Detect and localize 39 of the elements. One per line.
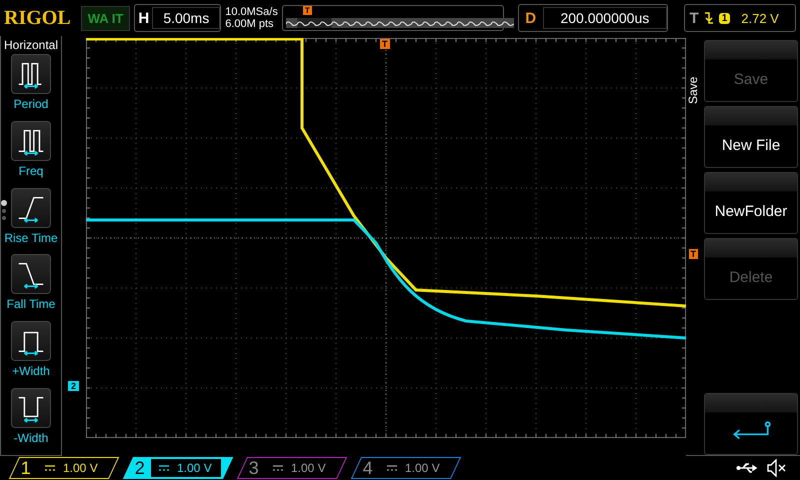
memory-depth: 6.00M pts bbox=[225, 18, 275, 30]
channel-tab[interactable]: 4 1.00 V bbox=[350, 457, 462, 479]
dc-coupling-icon bbox=[159, 465, 169, 471]
channel-tab[interactable]: 2 1.00 V bbox=[122, 457, 234, 479]
channel-tab[interactable]: 3 1.00 V bbox=[236, 457, 348, 479]
measure-label: -Width bbox=[14, 431, 48, 446]
run-status: WA IT bbox=[80, 6, 130, 30]
measure-label: Fall Time bbox=[6, 297, 56, 312]
trigger-display[interactable]: T 1 2.72 V bbox=[684, 4, 796, 32]
channel-offset-marker: 2 bbox=[68, 381, 80, 391]
speaker-muted-icon bbox=[766, 459, 788, 477]
menu-title: Horizontal bbox=[4, 38, 58, 52]
dc-coupling-icon bbox=[387, 465, 397, 471]
fall-measure-button[interactable] bbox=[11, 254, 51, 294]
dc-coupling-icon bbox=[273, 465, 283, 471]
delay-display[interactable]: D 200.000000us bbox=[518, 4, 668, 32]
measure-label: Freq bbox=[18, 164, 44, 178]
measure-label: +Width bbox=[12, 364, 50, 378]
dc-coupling-icon bbox=[45, 465, 55, 471]
trigger-position-marker: T bbox=[380, 39, 390, 49]
freq-measure-button[interactable] bbox=[11, 120, 51, 161]
pwidth-measure-button[interactable] bbox=[11, 321, 51, 362]
brand-logo: RIGOL bbox=[4, 6, 71, 30]
trigger-position-marker: T bbox=[302, 6, 312, 15]
measure-label: Period bbox=[14, 97, 48, 111]
nwidth-measure-button[interactable] bbox=[11, 388, 51, 428]
timebase-display[interactable]: H 5.00ms bbox=[134, 4, 222, 32]
measure-label: Rise Time bbox=[4, 230, 58, 245]
menu-button[interactable]: NewFolder bbox=[704, 172, 798, 234]
menu-button[interactable]: New File bbox=[704, 106, 798, 168]
sample-rate: 10.0MSa/s bbox=[225, 6, 278, 18]
trigger-level-marker: T bbox=[688, 249, 698, 259]
period-measure-button[interactable] bbox=[11, 54, 51, 94]
falling-edge-icon bbox=[704, 11, 714, 25]
rise-measure-button[interactable] bbox=[11, 188, 51, 228]
usb-icon bbox=[736, 462, 760, 474]
overview-wave-icon bbox=[286, 18, 514, 28]
menu-title: Save bbox=[686, 76, 700, 104]
channel-tab[interactable]: 1 1.00 V bbox=[8, 457, 120, 479]
